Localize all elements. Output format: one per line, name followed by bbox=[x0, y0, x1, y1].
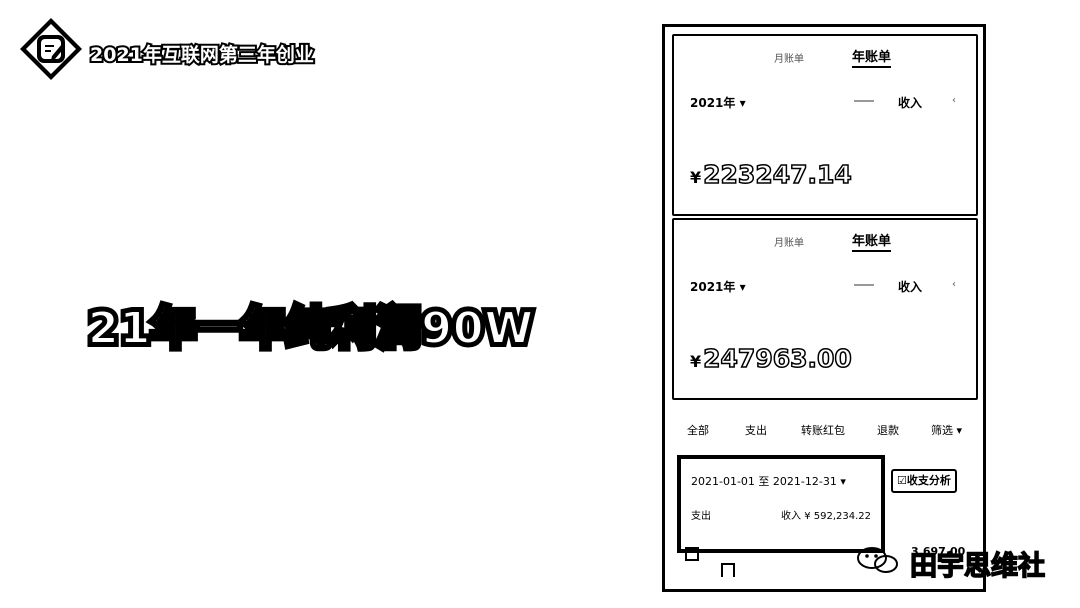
chevron-down-icon: ▾ bbox=[956, 424, 963, 437]
filter-refund[interactable]: 退款 bbox=[877, 422, 899, 438]
amount-value: 223247.14 bbox=[702, 159, 852, 190]
filter-more[interactable]: 筛选 ▾ bbox=[931, 422, 962, 438]
edit-note-icon bbox=[20, 18, 82, 80]
transaction-filter-tabs: 全部 支出 转账红包 退款 筛选 ▾ bbox=[687, 422, 977, 442]
transaction-icon bbox=[685, 547, 699, 561]
annual-amount: ¥247963.00 bbox=[690, 343, 853, 374]
annual-bill-card: 月账单 年账单 2021年 ▾ 收入 ‹ ¥223247.14 bbox=[672, 34, 978, 216]
annual-bill-card: 月账单 年账单 2021年 ▾ 收入 ‹ ¥247963.00 bbox=[672, 218, 978, 400]
yearly-summary: 2021-01-01 至 2021-12-31 ▾ 支出 收入 ¥ 592,23… bbox=[677, 455, 885, 553]
chevron-down-icon: ▾ bbox=[840, 475, 846, 488]
bill-tabs: 月账单 年账单 bbox=[674, 46, 976, 68]
chevron-down-icon: ‹ bbox=[952, 279, 956, 290]
tab-annual-bill[interactable]: 年账单 bbox=[852, 230, 892, 252]
year-select[interactable]: 2021年 ▾ bbox=[690, 278, 746, 295]
watermark: 田宇思维社 bbox=[852, 544, 1046, 583]
currency-symbol: ¥ bbox=[690, 168, 702, 187]
chart-icon: ☑ bbox=[897, 474, 907, 487]
annual-amount: ¥223247.14 bbox=[690, 159, 853, 190]
watermark-text: 田宇思维社 bbox=[909, 550, 1046, 583]
date-range-select[interactable]: 2021-01-01 至 2021-12-31 ▾ bbox=[691, 473, 846, 489]
currency-symbol: ¥ bbox=[690, 352, 702, 371]
spend-label: 支出 bbox=[691, 511, 711, 522]
filter-all[interactable]: 全部 bbox=[687, 422, 709, 438]
filter-transfer[interactable]: 转账红包 bbox=[801, 422, 845, 438]
income-expense-analysis-button[interactable]: ☑收支分析 bbox=[891, 469, 957, 493]
year-select[interactable]: 2021年 ▾ bbox=[690, 94, 746, 111]
bill-tabs: 月账单 年账单 bbox=[674, 230, 976, 252]
year-filter-row: 2021年 ▾ 收入 ‹ bbox=[690, 278, 964, 296]
chevron-down-icon: ‹ bbox=[952, 95, 956, 106]
transaction-icon bbox=[721, 563, 735, 577]
phone-screenshot: 月账单 年账单 2021年 ▾ 收入 ‹ ¥223247.14 月账单 年账单 … bbox=[662, 24, 986, 592]
tab-monthly-bill[interactable]: 月账单 bbox=[774, 234, 804, 249]
type-select[interactable]: 收入 bbox=[898, 278, 922, 295]
top-title: 2021年互联网第三年创业 bbox=[90, 44, 314, 66]
amount-value: 247963.00 bbox=[702, 343, 852, 374]
divider bbox=[854, 100, 874, 102]
year-filter-row: 2021年 ▾ 收入 ‹ bbox=[690, 94, 964, 112]
wechat-icon bbox=[857, 547, 898, 573]
headline: 21年一年纯利润90W bbox=[87, 302, 534, 355]
tab-monthly-bill[interactable]: 月账单 bbox=[774, 50, 804, 65]
income-total: 收入 ¥ 592,234.22 bbox=[781, 511, 871, 522]
divider bbox=[854, 284, 874, 286]
tab-annual-bill[interactable]: 年账单 bbox=[852, 46, 892, 68]
filter-expense[interactable]: 支出 bbox=[745, 422, 767, 438]
type-select[interactable]: 收入 bbox=[898, 94, 922, 111]
